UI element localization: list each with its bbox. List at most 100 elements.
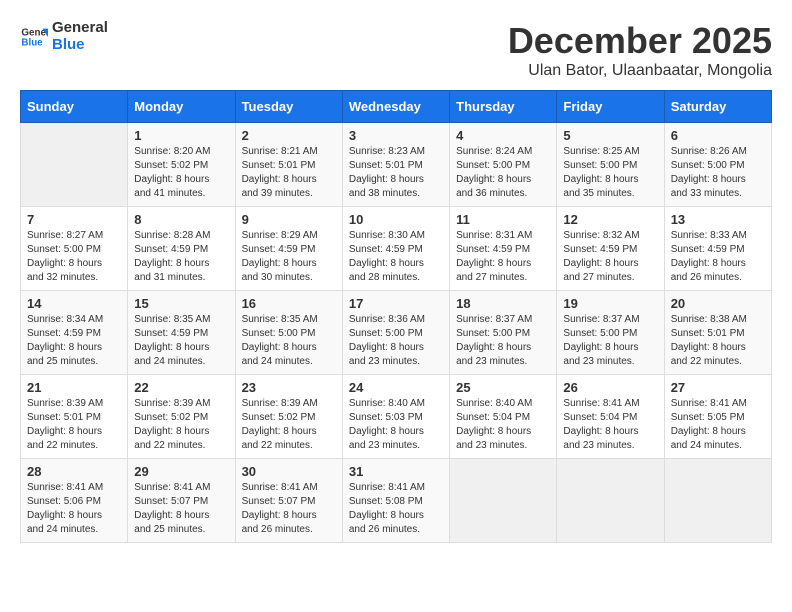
calendar-cell: 6 Sunrise: 8:26 AM Sunset: 5:00 PM Daylig…: [664, 123, 771, 207]
day-info: Sunrise: 8:31 AM Sunset: 4:59 PM Dayligh…: [456, 229, 550, 285]
calendar-cell: 31 Sunrise: 8:41 AM Sunset: 5:08 PM Dayli…: [342, 459, 449, 543]
calendar-cell: 19Sunrise: 8:37 AM Sunset: 5:00 PM Dayli…: [557, 291, 664, 375]
day-number: 26: [563, 380, 657, 395]
day-info: Sunrise: 8:39 AM Sunset: 5:02 PM Dayligh…: [134, 397, 228, 453]
calendar-cell: 13 Sunrise: 8:33 AM Sunset: 4:59 PM Dayli…: [664, 207, 771, 291]
day-info: Sunrise: 8:38 AM Sunset: 5:01 PM Dayligh…: [671, 313, 765, 369]
day-info: Sunrise: 8:24 AM Sunset: 5:00 PM Dayligh…: [456, 145, 550, 201]
calendar-cell: 12 Sunrise: 8:32 AM Sunset: 4:59 PM Dayli…: [557, 207, 664, 291]
calendar-cell: 14Sunrise: 8:34 AM Sunset: 4:59 PM Dayli…: [21, 291, 128, 375]
day-info: Sunrise: 8:41 AM Sunset: 5:07 PM Dayligh…: [242, 481, 336, 537]
weekday-header: Tuesday: [235, 91, 342, 123]
calendar-cell: 28 Sunrise: 8:41 AM Sunset: 5:06 PM Dayli…: [21, 459, 128, 543]
logo-line1: General: [52, 20, 108, 37]
calendar-cell: [450, 459, 557, 543]
day-number: 30: [242, 464, 336, 479]
calendar-cell: 30 Sunrise: 8:41 AM Sunset: 5:07 PM Dayli…: [235, 459, 342, 543]
day-info: Sunrise: 8:20 AM Sunset: 5:02 PM Dayligh…: [134, 145, 228, 201]
title-area: December 2025 Ulan Bator, Ulaanbaatar, M…: [508, 20, 772, 80]
calendar-week-row: 14Sunrise: 8:34 AM Sunset: 4:59 PM Dayli…: [21, 291, 772, 375]
month-title: December 2025: [508, 20, 772, 62]
calendar-cell: 9Sunrise: 8:29 AM Sunset: 4:59 PM Daylig…: [235, 207, 342, 291]
day-number: 21: [27, 380, 121, 395]
calendar-cell: 29Sunrise: 8:41 AM Sunset: 5:07 PM Dayli…: [128, 459, 235, 543]
day-info: Sunrise: 8:41 AM Sunset: 5:05 PM Dayligh…: [671, 397, 765, 453]
day-number: 5: [563, 128, 657, 143]
calendar-week-row: 21 Sunrise: 8:39 AM Sunset: 5:01 PM Dayli…: [21, 375, 772, 459]
logo: General Blue General Blue: [20, 20, 108, 53]
day-number: 2: [242, 128, 336, 143]
day-info: Sunrise: 8:37 AM Sunset: 5:00 PM Dayligh…: [563, 313, 657, 369]
calendar-header-row: SundayMondayTuesdayWednesdayThursdayFrid…: [21, 91, 772, 123]
calendar-cell: 17 Sunrise: 8:36 AM Sunset: 5:00 PM Dayli…: [342, 291, 449, 375]
weekday-header: Wednesday: [342, 91, 449, 123]
day-number: 15: [134, 296, 228, 311]
day-info: Sunrise: 8:40 AM Sunset: 5:04 PM Dayligh…: [456, 397, 550, 453]
calendar-cell: 23 Sunrise: 8:39 AM Sunset: 5:02 PM Dayli…: [235, 375, 342, 459]
day-number: 6: [671, 128, 765, 143]
day-info: Sunrise: 8:39 AM Sunset: 5:02 PM Dayligh…: [242, 397, 336, 453]
calendar-cell: [21, 123, 128, 207]
day-info: Sunrise: 8:41 AM Sunset: 5:07 PM Dayligh…: [134, 481, 228, 537]
day-info: Sunrise: 8:35 AM Sunset: 5:00 PM Dayligh…: [242, 313, 336, 369]
day-number: 20: [671, 296, 765, 311]
day-info: Sunrise: 8:35 AM Sunset: 4:59 PM Dayligh…: [134, 313, 228, 369]
calendar-cell: 8 Sunrise: 8:28 AM Sunset: 4:59 PM Daylig…: [128, 207, 235, 291]
day-number: 28: [27, 464, 121, 479]
day-info: Sunrise: 8:41 AM Sunset: 5:04 PM Dayligh…: [563, 397, 657, 453]
calendar-cell: 7Sunrise: 8:27 AM Sunset: 5:00 PM Daylig…: [21, 207, 128, 291]
day-number: 24: [349, 380, 443, 395]
location-subtitle: Ulan Bator, Ulaanbaatar, Mongolia: [508, 62, 772, 80]
weekday-header: Sunday: [21, 91, 128, 123]
calendar-cell: 16 Sunrise: 8:35 AM Sunset: 5:00 PM Dayli…: [235, 291, 342, 375]
logo-line2: Blue: [52, 37, 108, 54]
calendar-cell: [557, 459, 664, 543]
day-number: 12: [563, 212, 657, 227]
day-info: Sunrise: 8:41 AM Sunset: 5:08 PM Dayligh…: [349, 481, 443, 537]
svg-text:Blue: Blue: [21, 37, 43, 48]
calendar-week-row: 1 Sunrise: 8:20 AM Sunset: 5:02 PM Daylig…: [21, 123, 772, 207]
day-info: Sunrise: 8:30 AM Sunset: 4:59 PM Dayligh…: [349, 229, 443, 285]
day-info: Sunrise: 8:28 AM Sunset: 4:59 PM Dayligh…: [134, 229, 228, 285]
day-info: Sunrise: 8:32 AM Sunset: 4:59 PM Dayligh…: [563, 229, 657, 285]
day-number: 14: [27, 296, 121, 311]
day-number: 1: [134, 128, 228, 143]
day-info: Sunrise: 8:36 AM Sunset: 5:00 PM Dayligh…: [349, 313, 443, 369]
day-number: 27: [671, 380, 765, 395]
day-number: 13: [671, 212, 765, 227]
day-number: 3: [349, 128, 443, 143]
calendar-cell: 10 Sunrise: 8:30 AM Sunset: 4:59 PM Dayli…: [342, 207, 449, 291]
day-number: 16: [242, 296, 336, 311]
day-number: 25: [456, 380, 550, 395]
calendar-cell: 26 Sunrise: 8:41 AM Sunset: 5:04 PM Dayli…: [557, 375, 664, 459]
calendar-cell: 20 Sunrise: 8:38 AM Sunset: 5:01 PM Dayli…: [664, 291, 771, 375]
calendar-cell: 18Sunrise: 8:37 AM Sunset: 5:00 PM Dayli…: [450, 291, 557, 375]
day-number: 7: [27, 212, 121, 227]
calendar-cell: 4 Sunrise: 8:24 AM Sunset: 5:00 PM Daylig…: [450, 123, 557, 207]
day-number: 9: [242, 212, 336, 227]
calendar-cell: 22 Sunrise: 8:39 AM Sunset: 5:02 PM Dayli…: [128, 375, 235, 459]
day-number: 31: [349, 464, 443, 479]
day-number: 17: [349, 296, 443, 311]
calendar-week-row: 7Sunrise: 8:27 AM Sunset: 5:00 PM Daylig…: [21, 207, 772, 291]
day-info: Sunrise: 8:25 AM Sunset: 5:00 PM Dayligh…: [563, 145, 657, 201]
day-info: Sunrise: 8:33 AM Sunset: 4:59 PM Dayligh…: [671, 229, 765, 285]
day-number: 4: [456, 128, 550, 143]
day-info: Sunrise: 8:39 AM Sunset: 5:01 PM Dayligh…: [27, 397, 121, 453]
weekday-header: Monday: [128, 91, 235, 123]
day-number: 23: [242, 380, 336, 395]
day-info: Sunrise: 8:21 AM Sunset: 5:01 PM Dayligh…: [242, 145, 336, 201]
day-info: Sunrise: 8:41 AM Sunset: 5:06 PM Dayligh…: [27, 481, 121, 537]
calendar-cell: 3Sunrise: 8:23 AM Sunset: 5:01 PM Daylig…: [342, 123, 449, 207]
page-header: General Blue General Blue December 2025 …: [20, 20, 772, 80]
day-number: 8: [134, 212, 228, 227]
calendar-cell: 11Sunrise: 8:31 AM Sunset: 4:59 PM Dayli…: [450, 207, 557, 291]
calendar-week-row: 28 Sunrise: 8:41 AM Sunset: 5:06 PM Dayli…: [21, 459, 772, 543]
day-info: Sunrise: 8:26 AM Sunset: 5:00 PM Dayligh…: [671, 145, 765, 201]
calendar-cell: 25 Sunrise: 8:40 AM Sunset: 5:04 PM Dayli…: [450, 375, 557, 459]
day-number: 22: [134, 380, 228, 395]
calendar-cell: [664, 459, 771, 543]
calendar-cell: 5 Sunrise: 8:25 AM Sunset: 5:00 PM Daylig…: [557, 123, 664, 207]
day-number: 10: [349, 212, 443, 227]
calendar-cell: 24Sunrise: 8:40 AM Sunset: 5:03 PM Dayli…: [342, 375, 449, 459]
